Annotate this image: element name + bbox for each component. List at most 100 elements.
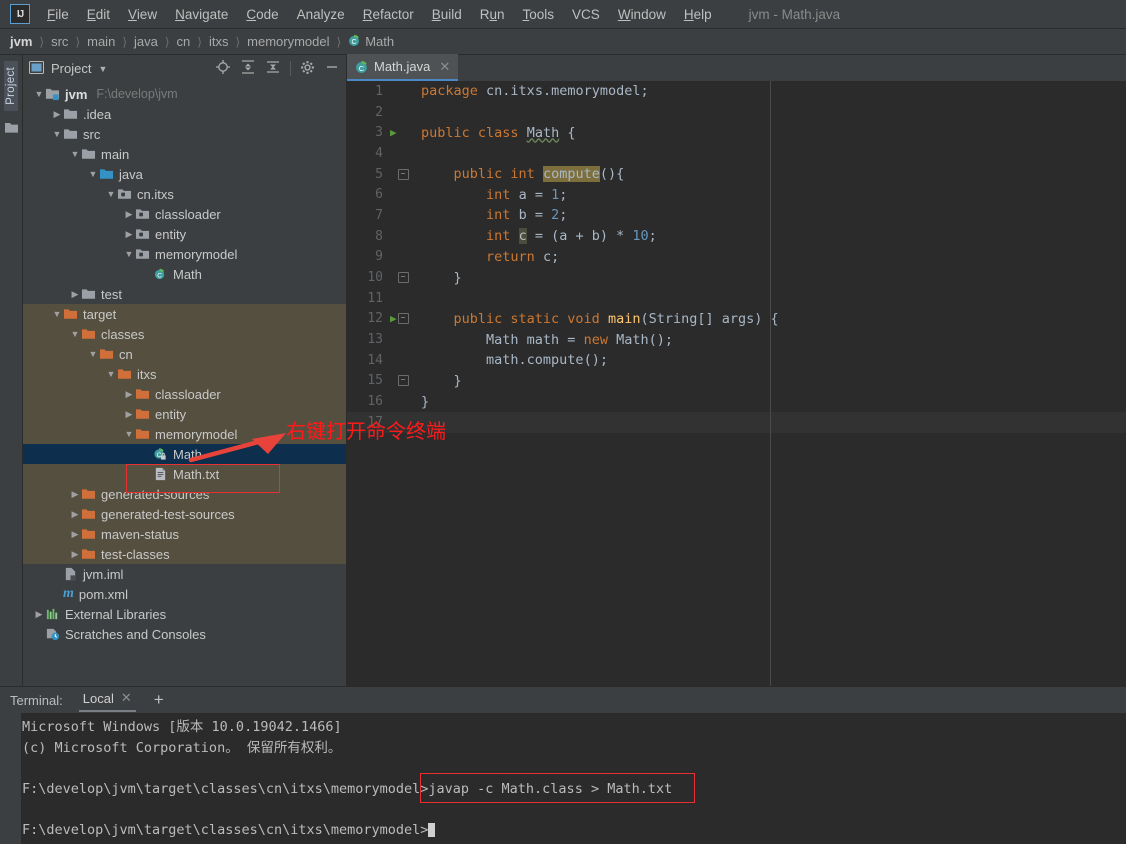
code-line[interactable]: 6 int a = 1; [347,184,1126,205]
code-line[interactable]: 4 [347,143,1126,164]
breadcrumb-item-src[interactable]: src [51,34,68,49]
tree-item-entity[interactable]: ▶ entity [23,224,346,244]
chevron-down-icon[interactable]: ▼ [123,429,135,439]
chevron-down-icon[interactable]: ▼ [69,329,81,339]
code-line[interactable]: 17 [347,412,1126,433]
code-line[interactable]: 11 [347,288,1126,309]
chevron-down-icon[interactable]: ▼ [69,149,81,159]
chevron-right-icon[interactable]: ▶ [69,549,81,560]
add-tab-icon[interactable]: + [154,691,164,708]
chevron-down-icon[interactable]: ▼ [98,64,107,74]
chevron-down-icon[interactable]: ▼ [105,189,117,199]
chevron-down-icon[interactable]: ▼ [105,369,117,379]
tree-item--idea[interactable]: ▶ .idea [23,104,346,124]
code-line[interactable]: 14 math.compute(); [347,350,1126,371]
tree-item-target[interactable]: ▼ target [23,304,346,324]
code-line[interactable]: 3 ▶ public class Math { [347,122,1126,143]
code-editor[interactable]: 1 package cn.itxs.memorymodel; 2 3 ▶ public c… [347,81,1126,686]
editor-gutter[interactable]: − [389,375,417,387]
code-fold-icon[interactable]: − [397,168,409,180]
tree-item-java[interactable]: ▼ java [23,164,346,184]
code-line[interactable]: 5 − public int compute(){ [347,164,1126,185]
chevron-right-icon[interactable]: ▶ [33,609,45,620]
menu-view[interactable]: View [119,4,166,25]
chevron-right-icon[interactable]: ▶ [51,109,63,120]
tree-item-maven-status[interactable]: ▶ maven-status [23,524,346,544]
tool-tab-project[interactable]: Project [4,61,18,111]
chevron-down-icon[interactable]: ▼ [87,169,99,179]
tree-item-cn[interactable]: ▼ cn [23,344,346,364]
code-fold-icon[interactable]: − [397,272,409,284]
chevron-down-icon[interactable]: ▼ [51,309,63,319]
tree-item-test-classes[interactable]: ▶ test-classes [23,544,346,564]
breadcrumb-item-java[interactable]: java [134,34,158,49]
code-line[interactable]: 10 − } [347,267,1126,288]
run-gutter-icon[interactable]: ▶ [390,312,397,325]
locate-icon[interactable] [215,59,231,78]
editor-gutter[interactable]: − [389,272,417,284]
menu-edit[interactable]: Edit [78,4,119,25]
chevron-right-icon[interactable]: ▶ [123,209,135,220]
code-line[interactable]: 12 ▶ − public static void main(String[] ar… [347,309,1126,330]
tree-item-classloader[interactable]: ▶ classloader [23,384,346,404]
tree-item-classes[interactable]: ▼ classes [23,324,346,344]
close-icon[interactable]: ✕ [439,59,450,75]
code-fold-icon[interactable]: − [397,313,409,325]
tree-item-math-txt[interactable]: Math.txt [23,464,346,484]
chevron-right-icon[interactable]: ▶ [123,389,135,400]
menu-file[interactable]: File [38,4,78,25]
tree-item-scratches-and-consoles[interactable]: Scratches and Consoles [23,624,346,644]
chevron-down-icon[interactable]: ▼ [87,349,99,359]
breadcrumb-item-cn[interactable]: cn [177,34,191,49]
editor-tab-math-java[interactable]: C Math.java ✕ [347,54,459,81]
tree-item-classloader[interactable]: ▶ classloader [23,204,346,224]
code-line[interactable]: 1 package cn.itxs.memorymodel; [347,81,1126,102]
editor-gutter[interactable]: − [389,168,417,180]
menu-window[interactable]: Window [609,4,675,25]
tree-item-itxs[interactable]: ▼ itxs [23,364,346,384]
code-line[interactable]: 2 [347,102,1126,123]
tree-item-generated-test-sources[interactable]: ▶ generated-test-sources [23,504,346,524]
minimize-icon[interactable] [324,59,340,78]
breadcrumb-item-main[interactable]: main [87,34,115,49]
tree-item-jvm-iml[interactable]: jvm.iml [23,564,346,584]
menu-analyze[interactable]: Analyze [288,4,354,25]
menu-vcs[interactable]: VCS [563,4,609,25]
menu-refactor[interactable]: Refactor [354,4,423,25]
breadcrumb-item-itxs[interactable]: itxs [209,34,229,49]
code-fold-icon[interactable]: − [397,375,409,387]
terminal-output[interactable]: Microsoft Windows [版本 10.0.19042.1466] (c… [0,713,1126,844]
project-tree[interactable]: ▼ jvm F:\develop\jvm ▶ .idea ▼ src ▼ main ▼ java ▼ c… [23,82,346,686]
chevron-right-icon[interactable]: ▶ [123,229,135,240]
menu-tools[interactable]: Tools [514,4,564,25]
menu-build[interactable]: Build [423,4,471,25]
chevron-down-icon[interactable]: ▼ [51,129,63,139]
chevron-right-icon[interactable]: ▶ [69,529,81,540]
code-line[interactable]: 8 int c = (a + b) * 10; [347,226,1126,247]
code-line[interactable]: 15 − } [347,371,1126,392]
breadcrumb-item-memorymodel[interactable]: memorymodel [247,34,329,49]
code-line[interactable]: 9 return c; [347,247,1126,268]
tree-item-generated-sources[interactable]: ▶ generated-sources [23,484,346,504]
chevron-right-icon[interactable]: ▶ [69,289,81,300]
tree-item-math[interactable]: C Math [23,264,346,284]
code-line[interactable]: 7 int b = 2; [347,205,1126,226]
menu-help[interactable]: Help [675,4,721,25]
collapse-all-icon[interactable] [265,59,281,78]
tree-item-cn-itxs[interactable]: ▼ cn.itxs [23,184,346,204]
menu-navigate[interactable]: Navigate [166,4,237,25]
menu-code[interactable]: Code [237,4,287,25]
tree-item-math[interactable]: C Math [23,444,346,464]
chevron-down-icon[interactable]: ▼ [123,249,135,259]
close-icon[interactable]: ✕ [121,690,132,706]
run-gutter-icon[interactable]: ▶ [390,126,397,139]
terminal-tab-local[interactable]: Local ✕ [78,688,136,712]
breadcrumb-item-math[interactable]: Math [365,34,394,49]
folder-icon[interactable] [4,121,19,137]
menu-run[interactable]: Run [471,4,514,25]
chevron-right-icon[interactable]: ▶ [69,489,81,500]
tree-item-external-libraries[interactable]: ▶ External Libraries [23,604,346,624]
tree-item-pom-xml[interactable]: m pom.xml [23,584,346,604]
code-line[interactable]: 16} [347,391,1126,412]
breadcrumb-item-jvm[interactable]: jvm [10,34,32,49]
